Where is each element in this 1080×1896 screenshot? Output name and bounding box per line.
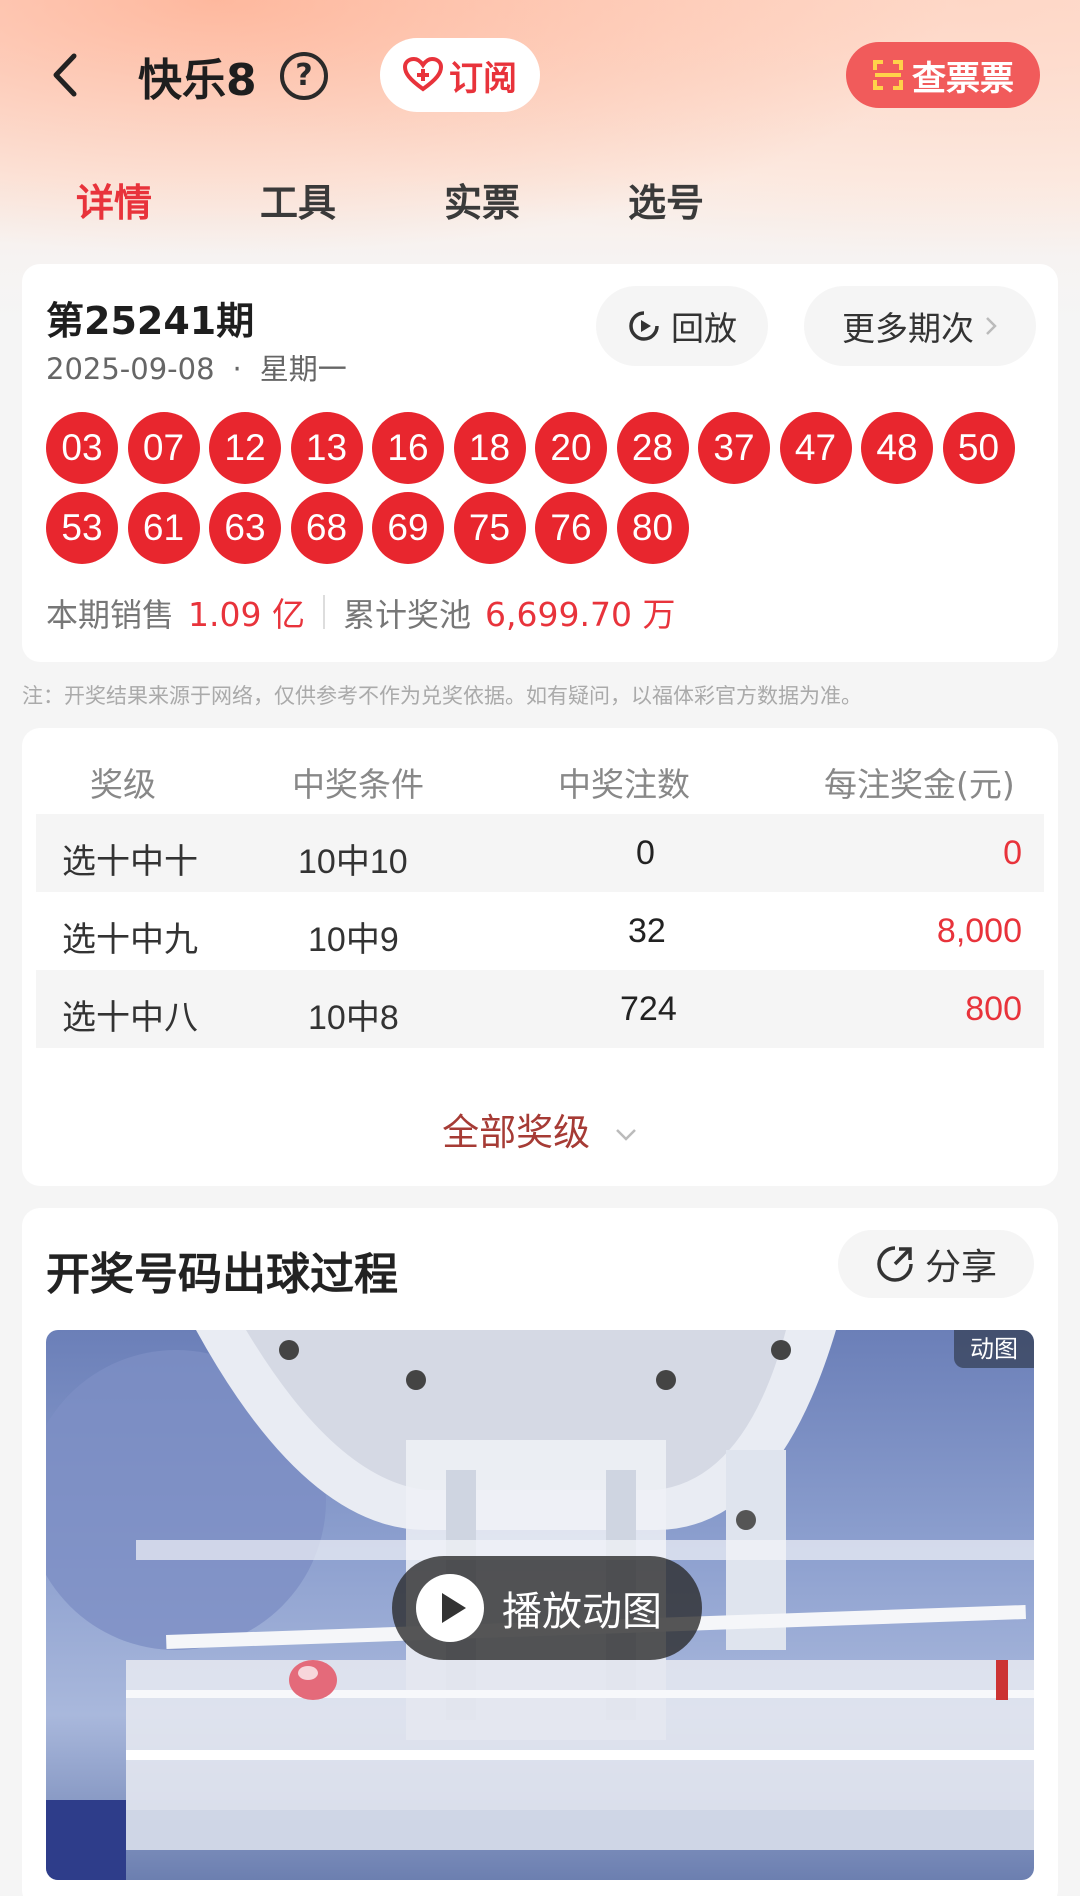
- prize-level: 选十中九: [62, 920, 198, 960]
- tab-tools[interactable]: 工具: [260, 172, 336, 227]
- play-label: 播放动图: [502, 1589, 662, 1635]
- all-levels-button[interactable]: 全部奖级: [22, 1102, 1058, 1156]
- draw-result-card: 第25241期 2025-09-08 · 星期一 回放 更多期次 03 07 12 13 1…: [22, 264, 1058, 662]
- number-ball: 12: [209, 412, 281, 484]
- replay-label: 回放: [671, 309, 737, 348]
- tab-details[interactable]: 详情: [76, 172, 152, 227]
- table-row: 选十中九 10中9 32 8,000: [36, 892, 1044, 970]
- disclaimer-note: 注：开奖结果来源于网络，仅供参考不作为兑奖依据。如有疑问，以福体彩官方数据为准。: [22, 684, 862, 708]
- draw-process-card: 开奖号码出球过程 分享 动图 播放动图: [22, 1208, 1058, 1896]
- header-count: 中奖注数: [558, 765, 690, 804]
- winner-count: 0: [636, 834, 655, 872]
- number-ball: 20: [535, 412, 607, 484]
- prize-level: 选十中十: [62, 842, 198, 882]
- play-animation-button[interactable]: 播放动图: [392, 1556, 702, 1660]
- number-ball: 80: [616, 492, 689, 564]
- number-ball: 37: [698, 412, 770, 484]
- number-ball: 50: [942, 412, 1015, 484]
- number-ball: 68: [290, 492, 363, 564]
- number-ball: 48: [861, 412, 933, 484]
- prize-amount: 8,000: [936, 912, 1022, 950]
- number-ball: 47: [779, 412, 852, 484]
- draw-weekday: 星期一: [259, 352, 347, 386]
- prize-condition: 10中10: [298, 843, 408, 881]
- number-ball: 28: [616, 412, 689, 484]
- pool-label: 累计奖池: [342, 596, 471, 634]
- replay-button[interactable]: 回放: [596, 286, 768, 366]
- share-button[interactable]: 分享: [838, 1230, 1034, 1298]
- gif-badge: 动图: [954, 1330, 1034, 1368]
- number-ball: 63: [209, 492, 281, 564]
- header-level: 奖级: [90, 765, 156, 804]
- back-icon[interactable]: [44, 48, 94, 102]
- prize-amount: 0: [1003, 834, 1022, 872]
- prize-amount: 800: [965, 990, 1022, 1028]
- sales-value: 1.09 亿: [188, 595, 305, 634]
- header-condition: 中奖条件: [292, 765, 424, 804]
- draw-date-line: 2025-09-08 · 星期一: [46, 346, 347, 388]
- top-bar: 快乐8 ? 订阅 查票票: [0, 30, 1080, 120]
- prize-condition: 10中8: [308, 999, 399, 1037]
- play-icon: [416, 1574, 484, 1642]
- number-ball: 18: [453, 412, 526, 484]
- date-separator: ·: [232, 352, 242, 386]
- number-ball: 53: [46, 492, 118, 564]
- share-icon: [877, 1246, 913, 1282]
- prize-table-card: 奖级 中奖条件 中奖注数 每注奖金(元) 选十中十 10中10 0 0 选十中九…: [22, 728, 1058, 1186]
- chevron-right-icon: [986, 317, 997, 335]
- tab-pick-numbers[interactable]: 选号: [628, 172, 704, 227]
- issue-number: 第25241期: [46, 299, 255, 343]
- section-title: 开奖号码出球过程: [46, 1249, 398, 1300]
- table-row: 选十中十 10中10 0 0: [36, 814, 1044, 892]
- number-ball: 61: [127, 492, 200, 564]
- number-ball: 13: [290, 412, 363, 484]
- winner-count: 32: [628, 912, 666, 950]
- check-ticket-label: 查票票: [912, 58, 1014, 99]
- number-ball: 75: [453, 492, 526, 564]
- pool-value: 6,699.70 万: [485, 595, 676, 634]
- winner-count: 724: [620, 990, 677, 1028]
- more-issues-button[interactable]: 更多期次: [804, 286, 1036, 366]
- number-ball: 07: [127, 412, 200, 484]
- check-ticket-button[interactable]: 查票票: [846, 42, 1040, 108]
- sales-info: 本期销售 1.09 亿 累计奖池 6,699.70 万: [46, 588, 675, 636]
- table-header: 奖级 中奖条件 中奖注数 每注奖金(元): [36, 742, 1044, 808]
- draw-animation-preview[interactable]: 动图 播放动图: [46, 1330, 1034, 1880]
- header-amount: 每注奖金(元): [824, 765, 1015, 804]
- draw-date: 2025-09-08: [46, 352, 215, 386]
- prize-condition: 10中9: [308, 921, 399, 959]
- subscribe-label: 订阅: [449, 58, 517, 99]
- tab-bar: 详情 工具 实票 选号: [0, 172, 1080, 232]
- replay-icon: [629, 311, 659, 341]
- number-ball: 16: [372, 412, 444, 484]
- number-ball: 69: [372, 492, 444, 564]
- prize-level: 选十中八: [62, 998, 198, 1038]
- scan-icon: [873, 60, 903, 90]
- heart-plus-icon: [403, 57, 443, 92]
- all-levels-label: 全部奖级: [442, 1111, 591, 1154]
- subscribe-button[interactable]: 订阅: [380, 38, 540, 112]
- number-ball: 76: [535, 492, 607, 564]
- help-icon[interactable]: ?: [280, 52, 328, 100]
- number-ball: 03: [46, 412, 118, 484]
- table-row: 选十中八 10中8 724 800: [36, 970, 1044, 1048]
- chevron-down-icon: [615, 1128, 636, 1141]
- sales-label: 本期销售: [46, 596, 175, 634]
- divider: [322, 595, 325, 629]
- share-label: 分享: [924, 1247, 997, 1288]
- tab-real-tickets[interactable]: 实票: [444, 172, 520, 227]
- more-issues-label: 更多期次: [842, 309, 974, 348]
- page-title: 快乐8: [138, 55, 257, 106]
